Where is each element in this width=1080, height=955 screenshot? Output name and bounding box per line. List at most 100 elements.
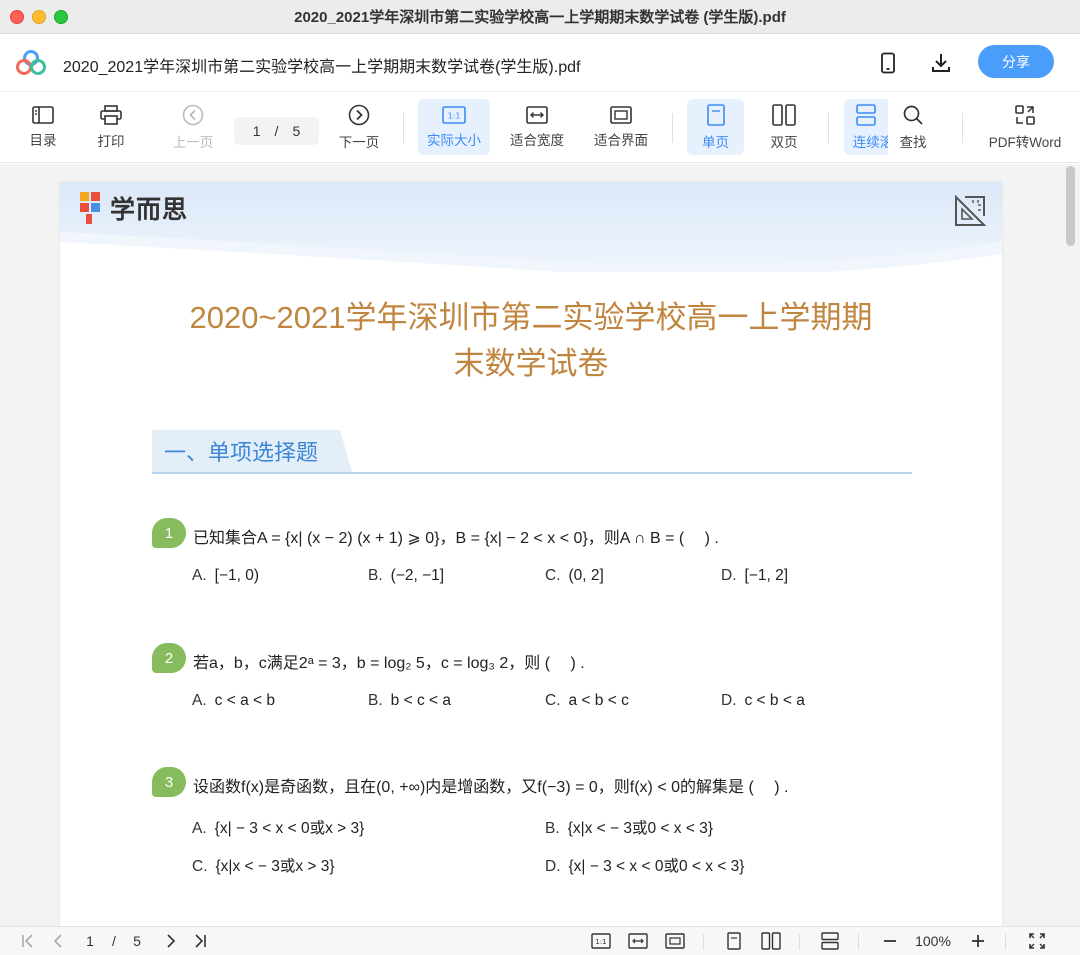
- vertical-scrollbar-thumb[interactable]: [1066, 166, 1075, 246]
- section-title: 一、单项选择题: [152, 430, 352, 472]
- next-page-icon[interactable]: [161, 931, 181, 951]
- prev-circle-icon: [182, 104, 204, 125]
- status-page-current[interactable]: 1: [80, 931, 100, 951]
- zoom-level[interactable]: 100%: [908, 931, 958, 951]
- option-a[interactable]: A. {x| − 3 < x < 0或x > 3}: [192, 816, 364, 838]
- page-separator: /: [274, 123, 279, 139]
- single-page-label: 单页: [702, 134, 729, 150]
- find-button[interactable]: 查找: [893, 99, 933, 155]
- next-page-button[interactable]: 下一页: [334, 99, 384, 155]
- fit-width-button[interactable]: 适合宽度: [504, 99, 570, 155]
- status-page-total: 5: [133, 933, 141, 949]
- status-divider: [858, 934, 859, 950]
- question-number-badge: 2: [152, 643, 186, 673]
- brand-name: 学而思: [110, 196, 189, 224]
- toolbar-divider: [828, 113, 829, 143]
- question-text: 若a，b，c满足2ᵃ = 3，b = log₂ 5，c = log₃ 2，则 (…: [193, 655, 585, 672]
- zoom-out-icon[interactable]: [880, 931, 900, 951]
- option-d[interactable]: D. [−1, 2]: [721, 567, 788, 585]
- question-text: 设函数f(x)是奇函数，且在(0, +∞)内是增函数，又f(−3) = 0，则f…: [193, 779, 789, 796]
- option-c[interactable]: C. (0, 2]: [545, 567, 604, 585]
- continuous-scroll-icon[interactable]: [819, 931, 841, 951]
- double-page-button[interactable]: 双页: [758, 99, 810, 155]
- find-label: 查找: [899, 134, 927, 150]
- svg-text:1:1: 1:1: [448, 111, 461, 120]
- actual-size-button[interactable]: 1:1 实际大小: [418, 99, 490, 155]
- prev-page-button[interactable]: 上一页: [168, 99, 218, 155]
- ruler-triangle-icon: [955, 194, 987, 226]
- continuous-scroll-button[interactable]: 连续滚: [844, 99, 888, 155]
- fit-page-button[interactable]: 适合界面: [588, 99, 654, 155]
- svg-text:1:1: 1:1: [595, 938, 606, 946]
- status-divider: [1005, 934, 1006, 950]
- toc-button[interactable]: 目录: [22, 99, 64, 155]
- document-viewport[interactable]: 学而思 2020~2021学年深圳市第二实验学校高一上学期期 末数学试卷 一、单…: [0, 164, 1080, 926]
- print-label: 打印: [97, 133, 125, 149]
- option-b[interactable]: B. b < c < a: [368, 692, 451, 710]
- print-button[interactable]: 打印: [90, 99, 132, 155]
- download-icon[interactable]: [929, 51, 953, 75]
- window-minimize-button[interactable]: [32, 10, 46, 24]
- option-b[interactable]: B. {x|x < − 3或0 < x < 3}: [545, 816, 713, 838]
- toolbar-divider: [403, 113, 404, 143]
- double-page-icon[interactable]: [760, 931, 782, 951]
- app-header: 2020_2021学年深圳市第二实验学校高一上学期期末数学试卷(学生版).pdf…: [0, 34, 1080, 92]
- continuous-scroll-label: 连续滚: [852, 134, 888, 150]
- document-title: 2020_2021学年深圳市第二实验学校高一上学期期末数学试卷(学生版).pdf: [63, 59, 581, 76]
- double-page-icon: [772, 103, 796, 126]
- question-text: 已知集合A = {x| (x − 2) (x + 1) ⩾ 0}，B = {x|…: [193, 530, 719, 547]
- status-page-separator: /: [112, 933, 116, 949]
- status-divider: [703, 934, 704, 950]
- next-circle-icon: [348, 104, 370, 125]
- share-button[interactable]: 分享: [978, 45, 1054, 78]
- fullscreen-icon[interactable]: [1026, 931, 1048, 951]
- option-a[interactable]: A. c < a < b: [192, 692, 275, 710]
- section-underline: [152, 472, 912, 474]
- option-c[interactable]: C. a < b < c: [545, 692, 629, 710]
- fit-width-icon[interactable]: [627, 931, 649, 951]
- option-a[interactable]: A. [−1, 0): [192, 567, 259, 585]
- fit-page-icon[interactable]: [664, 931, 686, 951]
- question-1: 1 已知集合A = {x| (x − 2) (x + 1) ⩾ 0}，B = {…: [152, 518, 912, 588]
- next-page-label: 下一页: [338, 134, 380, 150]
- actual-size-icon[interactable]: 1:1: [590, 931, 612, 951]
- page-indicator[interactable]: 1 / 5: [234, 117, 319, 145]
- last-page-icon[interactable]: [190, 931, 210, 951]
- first-page-icon[interactable]: [18, 931, 38, 951]
- zoom-in-icon[interactable]: [968, 931, 988, 951]
- fit-width-label: 适合宽度: [510, 132, 564, 148]
- single-page-button[interactable]: 单页: [687, 99, 744, 155]
- pdf-to-word-button[interactable]: PDF转Word: [984, 99, 1066, 155]
- window-zoom-button[interactable]: [54, 10, 68, 24]
- option-c[interactable]: C. {x|x < − 3或x > 3}: [192, 854, 335, 876]
- toc-label: 目录: [29, 132, 57, 148]
- prev-page-icon[interactable]: [48, 931, 68, 951]
- app-logo-icon: [16, 50, 46, 75]
- actual-size-label: 实际大小: [427, 132, 481, 148]
- exam-title: 2020~2021学年深圳市第二实验学校高一上学期期 末数学试卷: [60, 295, 1002, 387]
- single-page-icon[interactable]: [724, 931, 744, 951]
- option-b[interactable]: B. (−2, −1]: [368, 567, 444, 585]
- convert-icon: [1015, 104, 1035, 125]
- option-d[interactable]: D. c < b < a: [721, 692, 805, 710]
- toolbar-divider: [962, 113, 963, 143]
- page-header-banner: [60, 182, 1002, 272]
- fit-page-label: 适合界面: [594, 132, 648, 148]
- printer-icon: [100, 104, 122, 125]
- brand-mark-icon: [80, 192, 100, 224]
- window-titlebar: 2020_2021学年深圳市第二实验学校高一上学期期末数学试卷 (学生版).pd…: [0, 0, 1080, 34]
- phone-icon[interactable]: [876, 51, 900, 75]
- fit-width-icon: [526, 105, 548, 124]
- toolbar: 目录 打印 上一页 1 / 5 下一页 1:1 实际大小 适合宽度 适合界面 单…: [0, 93, 1080, 163]
- continuous-scroll-icon: [856, 103, 876, 126]
- option-d[interactable]: D. {x| − 3 < x < 0或0 < x < 3}: [545, 854, 744, 876]
- window-close-button[interactable]: [10, 10, 24, 24]
- question-number-badge: 3: [152, 767, 186, 797]
- actual-size-icon: 1:1: [442, 105, 466, 124]
- single-page-icon: [706, 103, 725, 126]
- exam-title-line-2: 末数学试卷: [453, 346, 609, 381]
- status-divider: [799, 934, 800, 950]
- brand-logo: 学而思: [78, 190, 188, 226]
- prev-page-label: 上一页: [172, 134, 214, 150]
- double-page-label: 双页: [770, 134, 798, 150]
